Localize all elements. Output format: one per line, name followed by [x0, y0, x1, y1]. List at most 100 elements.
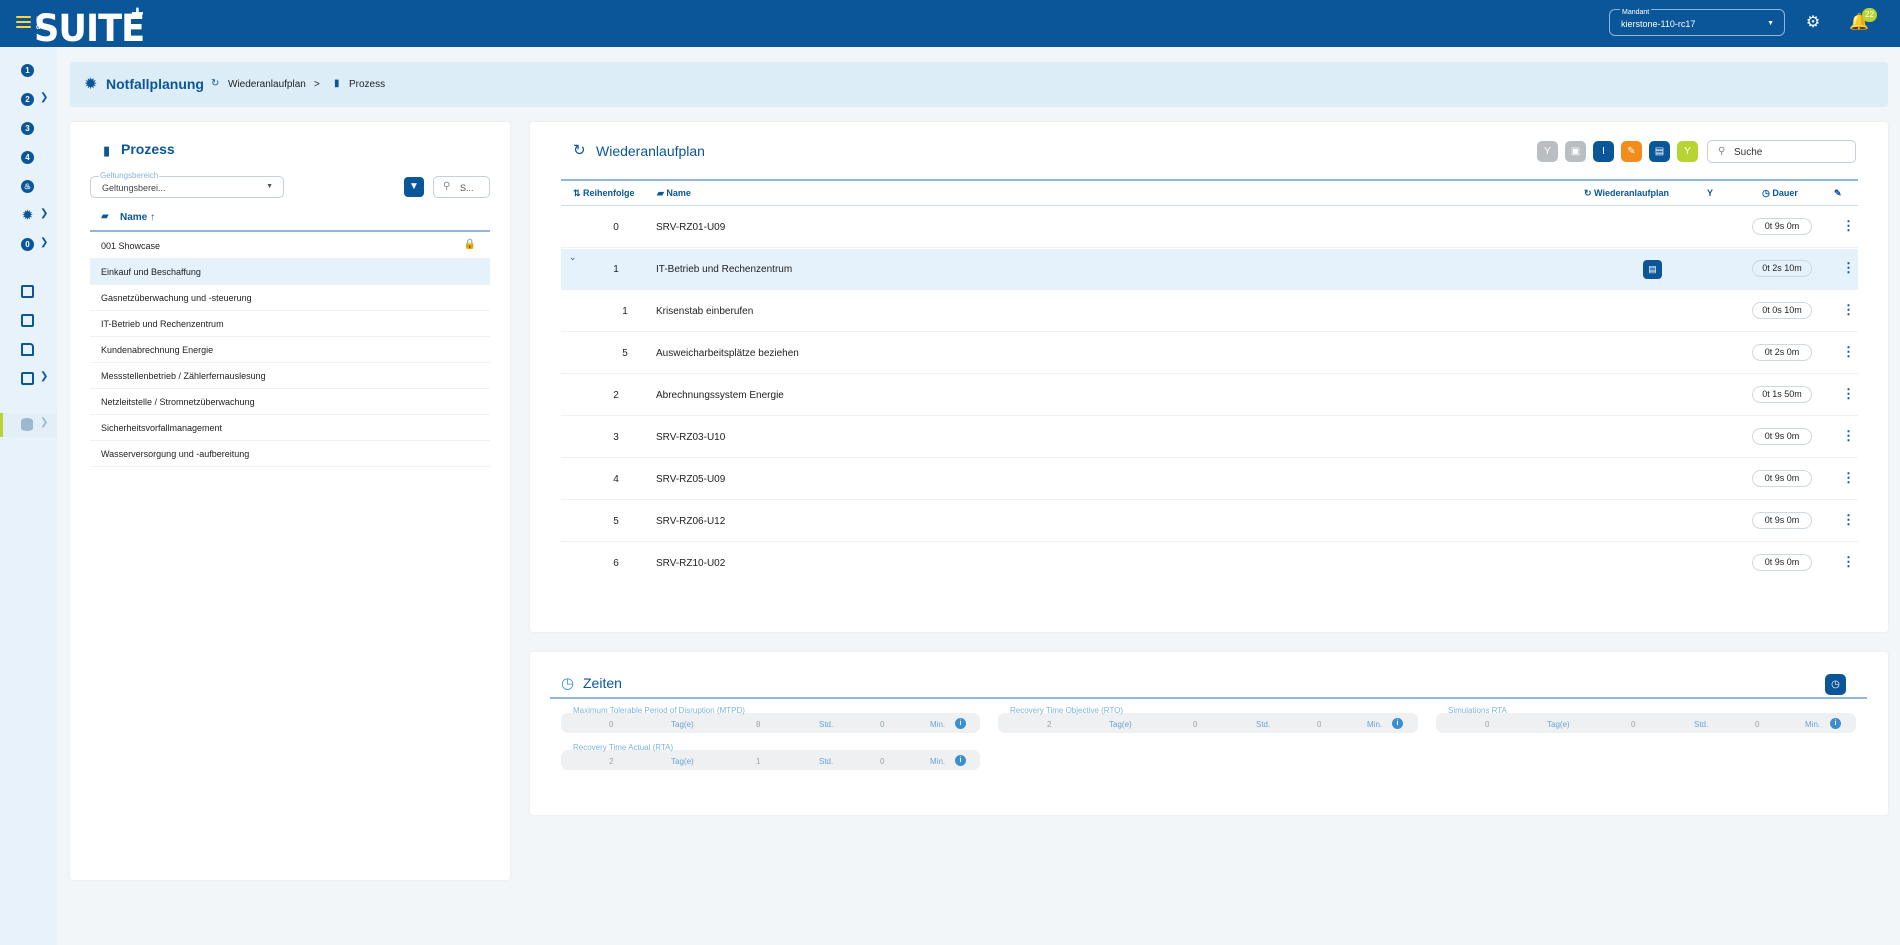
time-settings-button[interactable]: ◷ — [1825, 674, 1846, 695]
table-row[interactable]: Wasserversorgung und -aufbereitung — [90, 441, 490, 467]
scope-select[interactable]: Geltungsbereich Geltungsberei... ▼ — [90, 171, 284, 198]
chart-icon: ▮ — [334, 78, 340, 89]
more-vert-icon[interactable]: ⋮ — [1842, 554, 1855, 570]
table-row[interactable]: 0 SRV-RZ01-U09 0t 9s 0m ⋮ — [561, 207, 1858, 248]
info-icon[interactable]: i — [955, 718, 966, 729]
duration-badge: 0t 2s 10m — [1752, 260, 1812, 277]
info-icon[interactable]: i — [1392, 718, 1403, 729]
page-title[interactable]: Notfallplanung — [106, 76, 204, 92]
sidebar-item-4[interactable]: 4 — [0, 146, 57, 170]
siren-icon: ✹ — [84, 76, 98, 93]
plan-icon[interactable]: ▤ — [1643, 260, 1662, 279]
plan-button[interactable]: ▤ — [1649, 141, 1670, 162]
view-button[interactable]: ▣ — [1565, 141, 1586, 162]
chevron-down-icon: ▼ — [1767, 20, 1774, 27]
window-icon: ▣ — [1570, 146, 1581, 157]
more-vert-icon[interactable]: ⋮ — [1842, 302, 1855, 318]
rto-field[interactable]: Recovery Time Objective (RTO) 2 Tag(e) 0… — [998, 706, 1418, 733]
table-row[interactable]: Einkauf und Beschaffung — [90, 259, 490, 285]
simulation-rta-field[interactable]: Simulations RTA 0 Tag(e) 0 Std. 0 Min. i — [1436, 706, 1856, 733]
process-table-header[interactable]: ▰ Name ↑ — [90, 207, 490, 232]
table-row[interactable]: 4 SRV-RZ05-U09 0t 9s 0m ⋮ — [561, 459, 1858, 500]
chevron-down-icon: ▼ — [266, 183, 273, 190]
sidebar-item-2[interactable]: 2 ❯ — [0, 88, 57, 112]
number-1-icon: 1 — [21, 64, 34, 77]
column-plan-header[interactable]: ↻ Wiederanlaufplan — [1584, 188, 1669, 199]
sidebar-item-board[interactable] — [0, 309, 57, 333]
edit-columns-icon[interactable]: ✎ — [1834, 188, 1842, 199]
table-row[interactable]: 2 Abrechnungssystem Energie 0t 1s 50m ⋮ — [561, 375, 1858, 416]
top-bar: i-doit SUITE + Mandant kierstone-110-rc1… — [0, 0, 1900, 49]
chart-icon: ▮ — [103, 143, 111, 158]
sidebar-item-emergency[interactable]: ✹ ❯ — [0, 204, 57, 228]
sidebar-item-0[interactable]: 0 ❯ — [0, 233, 57, 257]
recovery-plan-panel: ↻ Wiederanlaufplan Y ▣ I ✎ ▤ Y ⚲ Suche ⇅… — [530, 122, 1888, 632]
more-vert-icon[interactable]: ⋮ — [1842, 260, 1855, 276]
restart-icon: ↻ — [573, 142, 586, 159]
merge-button[interactable]: Y — [1677, 141, 1698, 162]
mtpd-field[interactable]: Maximum Tolerable Period of Disruption (… — [561, 706, 980, 733]
column-order-header[interactable]: ⇅ Reihenfolge — [573, 188, 635, 199]
edit-button[interactable]: ✎ — [1621, 141, 1642, 162]
column-name-header[interactable]: Name ↑ — [120, 212, 155, 223]
table-row[interactable]: Netzleitstelle / Stromnetzüberwachung — [90, 389, 490, 415]
breadcrumb-item-prozess[interactable]: Prozess — [349, 79, 385, 90]
mandant-select[interactable]: Mandant kierstone-110-rc17 ▼ — [1609, 9, 1785, 36]
search-icon: ⚲ — [443, 181, 451, 192]
gear-icon[interactable]: ⚙ — [1804, 14, 1822, 32]
table-row[interactable]: Gasnetzüberwachung und -steuerung — [90, 285, 490, 311]
menu-icon[interactable] — [16, 16, 31, 28]
duration-badge: 0t 0s 10m — [1752, 302, 1812, 319]
sidebar-item-1[interactable]: 1 — [0, 59, 57, 83]
chevron-right-icon: ❯ — [40, 92, 49, 103]
sidebar-item-database[interactable]: ❯ — [0, 413, 57, 437]
column-duration-header[interactable]: ◷ Dauer — [1762, 188, 1798, 199]
duration-badge: 0t 2s 0m — [1752, 344, 1812, 361]
restart-icon: ↻ — [211, 78, 220, 89]
branch-button[interactable]: Y — [1537, 141, 1558, 162]
filter-button[interactable]: ▼ — [404, 177, 424, 197]
sidebar-item-clipboard[interactable] — [0, 280, 57, 304]
table-row[interactable]: 6 SRV-RZ10-U02 0t 9s 0m ⋮ — [561, 543, 1858, 584]
table-row[interactable]: ⌄ 1 IT-Betrieb und Rechenzentrum ▤ 0t 2s… — [561, 249, 1858, 290]
chevron-right-icon: ❯ — [40, 371, 49, 382]
more-vert-icon[interactable]: ⋮ — [1842, 386, 1855, 402]
process-search-input[interactable]: ⚲ S... — [433, 176, 490, 198]
rta-field[interactable]: Recovery Time Actual (RTA) 2 Tag(e) 1 St… — [561, 743, 980, 770]
sidebar-item-document[interactable] — [0, 338, 57, 362]
table-row[interactable]: 1 Krisenstab einberufen 0t 0s 10m ⋮ — [561, 291, 1858, 332]
info-icon[interactable]: i — [955, 755, 966, 766]
more-vert-icon[interactable]: ⋮ — [1842, 344, 1855, 360]
chevron-down-icon[interactable]: ⌄ — [569, 252, 577, 263]
number-2-icon: 2 — [21, 93, 34, 106]
table-row[interactable]: 3 SRV-RZ03-U10 0t 9s 0m ⋮ — [561, 417, 1858, 458]
times-title: Zeiten — [583, 675, 622, 691]
recovery-table-header: ⇅ Reihenfolge ▰ Name ↻ Wiederanlaufplan … — [561, 179, 1858, 206]
breadcrumb-item-wiederanlaufplan[interactable]: Wiederanlaufplan — [228, 79, 306, 90]
sidebar-item-login[interactable]: ❯ — [0, 367, 57, 391]
table-row[interactable]: 5 SRV-RZ06-U12 0t 9s 0m ⋮ — [561, 501, 1858, 542]
recovery-search-input[interactable]: ⚲ Suche — [1707, 140, 1856, 163]
column-name-header[interactable]: ▰ Name — [657, 188, 691, 199]
table-row[interactable]: 5 Ausweicharbeitsplätze beziehen 0t 2s 0… — [561, 333, 1858, 374]
mandant-value: kierstone-110-rc17 — [1621, 19, 1696, 29]
lock-icon: 🔒 — [463, 239, 476, 250]
table-row[interactable]: IT-Betrieb und Rechenzentrum — [90, 311, 490, 337]
number-4-icon: 4 — [21, 151, 34, 164]
more-vert-icon[interactable]: ⋮ — [1842, 470, 1855, 486]
table-row[interactable]: Messstellenbetrieb / Zählerfernauslesung — [90, 363, 490, 389]
more-vert-icon[interactable]: ⋮ — [1842, 428, 1855, 444]
sidebar-item-fire[interactable]: ♨ — [0, 175, 57, 199]
expand-button[interactable]: I — [1593, 141, 1614, 162]
table-row[interactable]: 001 Showcase 🔒 — [90, 233, 490, 259]
label-icon: ▰ — [101, 211, 109, 222]
sidebar-item-3[interactable]: 3 — [0, 117, 57, 141]
more-vert-icon[interactable]: ⋮ — [1842, 218, 1855, 234]
recovery-plan-title: Wiederanlaufplan — [596, 143, 705, 159]
more-vert-icon[interactable]: ⋮ — [1842, 512, 1855, 528]
table-row[interactable]: Kundenabrechnung Energie — [90, 337, 490, 363]
number-0-icon: 0 — [21, 238, 34, 251]
info-icon[interactable]: i — [1830, 718, 1841, 729]
table-row[interactable]: Sicherheitsvorfallmanagement — [90, 415, 490, 441]
number-3-icon: 3 — [21, 122, 34, 135]
